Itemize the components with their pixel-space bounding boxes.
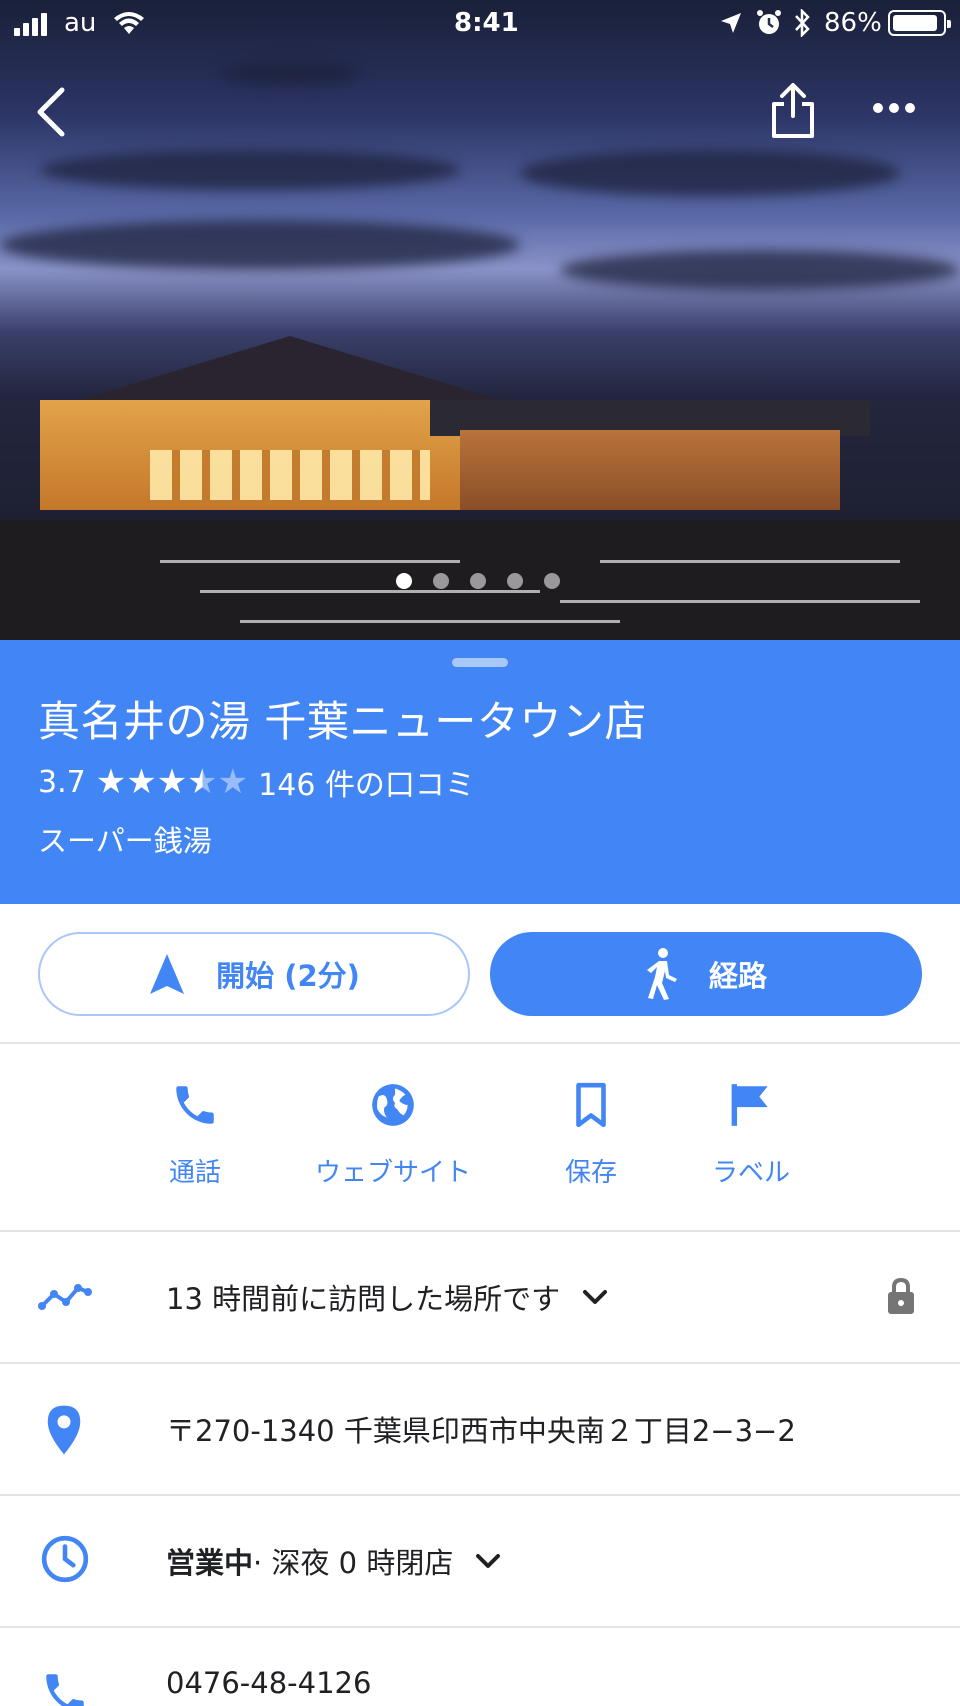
photo-parking-line: [160, 560, 460, 563]
start-navigation-button[interactable]: 開始 (2分): [38, 932, 470, 1016]
website-label: ウェブサイト: [314, 1158, 471, 1188]
rating-row[interactable]: 3.7 ★ ★ ★ ★ ★ 146 件の口コミ: [38, 760, 475, 804]
address-text: 〒270-1340 千葉県印西市中央南２丁目2−3−2: [166, 1414, 796, 1448]
bluetooth-icon: [795, 9, 810, 37]
rating-value: 3.7: [38, 764, 86, 800]
photo-parking-line: [240, 620, 620, 623]
flag-icon: [731, 1084, 768, 1126]
website-quick-action[interactable]: ウェブサイト: [293, 1080, 493, 1189]
page-dot: [470, 573, 486, 589]
divider: [0, 1042, 960, 1044]
place-title: 真名井の湯 千葉ニュータウン店: [38, 697, 647, 746]
lock-icon: [888, 1277, 914, 1314]
star-icon: ★: [126, 762, 157, 802]
page-dot: [544, 573, 560, 589]
wifi-icon: [114, 12, 144, 34]
clock-icon: [41, 1535, 89, 1583]
carrier-label: au: [64, 8, 97, 38]
photo-page-indicator: [396, 573, 560, 589]
hours-row[interactable]: 営業中 · 深夜 0 時閉店: [0, 1496, 960, 1626]
chevron-down-icon[interactable]: [582, 1289, 608, 1305]
page-dot: [507, 573, 523, 589]
photo-parking-line: [200, 590, 540, 593]
label-label: ラベル: [711, 1158, 790, 1188]
more-options-button[interactable]: [872, 100, 916, 119]
review-count: 146 件の口コミ: [258, 768, 475, 803]
star-icon: ★: [217, 762, 249, 802]
photo-building: [460, 430, 840, 510]
more-horizontal-icon: [873, 103, 915, 113]
alarm-icon: [757, 10, 781, 34]
clock-time: 8:41: [454, 8, 519, 38]
map-pin-icon: [47, 1405, 81, 1455]
location-arrow-icon: [721, 13, 741, 33]
photo-roof: [60, 336, 520, 406]
photo-cloud: [560, 250, 960, 290]
page-dot: [396, 573, 412, 589]
directions-button[interactable]: 経路: [490, 932, 922, 1016]
navigation-arrow-icon: [150, 954, 185, 994]
call-label: 通話: [168, 1158, 221, 1188]
star-icon: ★: [156, 762, 188, 802]
place-category: スーパー銭湯: [38, 824, 212, 858]
share-button[interactable]: [768, 82, 818, 144]
label-quick-action[interactable]: ラベル: [651, 1080, 851, 1189]
back-chevron-icon: [37, 87, 65, 137]
star-icon: ★: [187, 762, 218, 802]
walking-person-icon: [646, 948, 677, 1000]
directions-label: 経路: [708, 959, 767, 993]
phone-row[interactable]: 0476-48-4126: [0, 1628, 960, 1706]
visited-text: 13 時間前に訪問した場所です: [166, 1282, 561, 1316]
call-quick-action[interactable]: 通話: [95, 1080, 295, 1189]
address-row[interactable]: 〒270-1340 千葉県印西市中央南２丁目2−3−2: [0, 1364, 960, 1494]
page-dot: [433, 573, 449, 589]
phone-number: 0476-48-4126: [166, 1666, 372, 1700]
place-photo[interactable]: au 8:41 86%: [0, 0, 960, 640]
start-navigation-label: 開始 (2分): [216, 959, 360, 993]
open-status: 営業中: [166, 1546, 254, 1580]
place-header: 真名井の湯 千葉ニュータウン店 3.7 ★ ★ ★ ★ ★ 146 件の口コミ スーパー…: [0, 640, 960, 904]
back-button[interactable]: [30, 84, 74, 144]
battery-icon: [888, 10, 951, 36]
globe-icon: [372, 1084, 414, 1126]
chevron-down-icon[interactable]: [475, 1553, 501, 1569]
bookmark-icon: [576, 1082, 606, 1128]
photo-cloud: [520, 150, 900, 196]
visited-timeline-row[interactable]: 13 時間前に訪問した場所です: [0, 1232, 960, 1362]
photo-parking-line: [560, 600, 920, 603]
photo-cloud: [220, 60, 360, 86]
share-icon: [772, 83, 814, 138]
photo-cloud: [40, 150, 460, 190]
closing-time: · 深夜 0 時閉店: [253, 1546, 454, 1580]
photo-cloud: [0, 220, 520, 270]
timeline-icon: [38, 1284, 92, 1310]
photo-windows: [150, 450, 430, 500]
battery-percent: 86%: [824, 8, 882, 38]
phone-icon: [46, 1674, 84, 1706]
drag-handle[interactable]: [452, 658, 508, 667]
phone-icon: [176, 1086, 214, 1124]
photo-parking-line: [600, 560, 900, 563]
status-bar: au 8:41 86%: [0, 0, 960, 46]
rating-stars: ★ ★ ★ ★ ★: [96, 765, 248, 799]
star-icon: ★: [95, 762, 127, 802]
